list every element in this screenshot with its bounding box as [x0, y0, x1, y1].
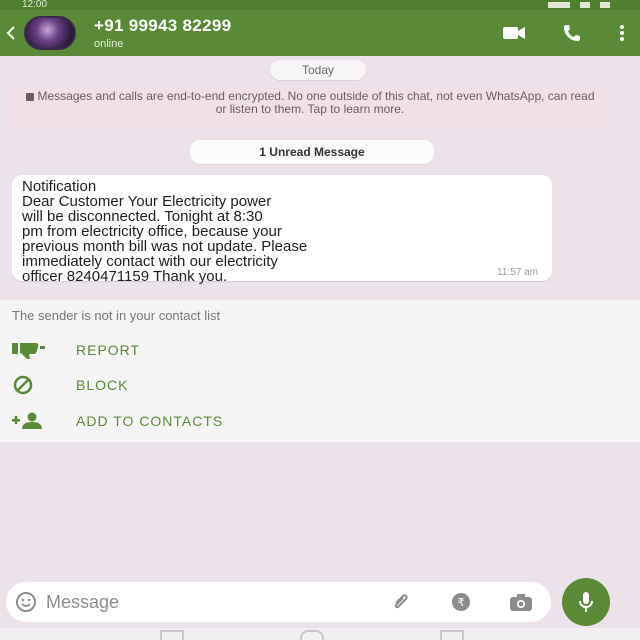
system-nav-bar — [0, 628, 640, 640]
message-input[interactable] — [46, 591, 371, 613]
svg-text:₹: ₹ — [458, 596, 465, 609]
attach-icon[interactable] — [371, 591, 431, 613]
message-input-bar: ₹ — [6, 582, 551, 622]
report-button[interactable]: REPORT — [12, 336, 140, 364]
voice-call-icon[interactable] — [552, 10, 592, 56]
block-button[interactable]: BLOCK — [12, 371, 128, 399]
wifi-icon — [600, 2, 610, 8]
nav-recents-icon[interactable] — [440, 630, 464, 640]
mic-icon[interactable] — [562, 578, 610, 626]
block-icon — [12, 371, 52, 399]
report-label: REPORT — [76, 342, 141, 358]
status-bar: 12:00 — [0, 0, 640, 10]
contact-name: +91 99943 82299 — [94, 16, 232, 35]
camera-icon[interactable] — [491, 592, 551, 612]
unknown-sender-note: The sender is not in your contact list — [12, 308, 221, 323]
message-text: Notification Dear Customer Your Electric… — [22, 178, 308, 285]
unread-label: 1 Unread Message — [190, 140, 434, 164]
thumbs-down-icon — [12, 336, 52, 364]
status-icons — [548, 0, 610, 10]
contact-info[interactable]: +91 99943 82299 online — [94, 16, 494, 50]
date-label: Today — [270, 60, 366, 80]
rupee-payment-icon[interactable]: ₹ — [431, 591, 491, 613]
emoji-icon[interactable] — [6, 591, 46, 613]
avatar[interactable] — [24, 16, 76, 50]
chat-header: +91 99943 82299 online — [0, 10, 640, 56]
add-contact-icon — [12, 407, 52, 435]
battery-icon — [548, 2, 570, 8]
nav-home-icon[interactable] — [300, 630, 324, 640]
more-options-icon[interactable] — [610, 10, 634, 56]
add-to-contacts-button[interactable]: ADD TO CONTACTS — [12, 407, 223, 435]
encryption-text: Messages and calls are end-to-end encryp… — [37, 89, 595, 116]
status-time: 12:00 — [22, 0, 48, 10]
add-to-contacts-label: ADD TO CONTACTS — [76, 413, 224, 429]
signal-icon — [580, 2, 590, 8]
back-arrow-icon[interactable] — [0, 10, 24, 56]
nav-back-icon[interactable] — [160, 630, 184, 640]
encryption-notice[interactable]: Messages and calls are end-to-end encryp… — [10, 87, 610, 129]
contact-status: online — [94, 38, 124, 50]
lock-icon — [25, 92, 34, 101]
message-time: 11:57 am — [497, 267, 538, 278]
incoming-message[interactable]: Notification Dear Customer Your Electric… — [12, 175, 552, 285]
video-call-icon[interactable] — [494, 10, 534, 56]
block-label: BLOCK — [76, 377, 129, 393]
